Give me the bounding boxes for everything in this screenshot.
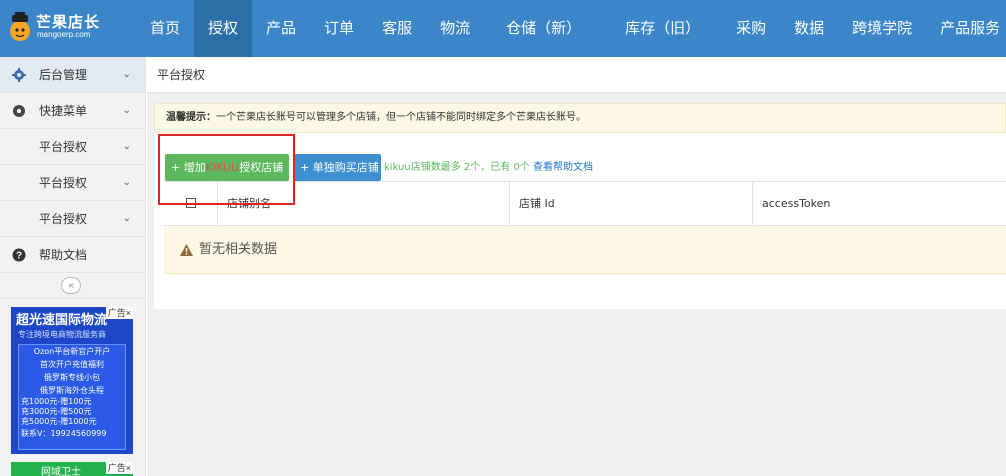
tip-label: 温馨提示：: [166, 112, 216, 123]
sidebar-item-label: 快捷菜单: [39, 104, 88, 118]
nav-item-logistics[interactable]: 物流: [426, 0, 484, 57]
column-header: accessToken: [752, 182, 1006, 227]
sidebar: 后台管理 ⌄ 快捷菜单 ⌄ 平台授权 ⌄ 平台授权 ⌄ 平台授权 ⌄ ? 帮助文…: [0, 57, 146, 476]
ad-close-tag[interactable]: 广告×: [105, 307, 133, 319]
logo-name: 芒果店长: [36, 13, 101, 31]
ad-banner-security[interactable]: 网域卫士 广告×: [11, 462, 133, 476]
collapse-sidebar-button[interactable]: «: [61, 277, 81, 294]
column-header: 店铺 Id: [509, 182, 752, 227]
ad-contact: 联系V：19924560999: [21, 429, 107, 438]
buy-store-button[interactable]: + 单独购买店铺: [294, 154, 381, 181]
main-content: 平台授权 温馨提示：一个芒果店长账号可以管理多个店铺，但一个店铺不能同时绑定多个…: [147, 57, 1006, 476]
sidebar-item-platform-auth[interactable]: 平台授权 ⌄: [0, 201, 145, 237]
nav-item-auth[interactable]: 授权: [194, 0, 253, 57]
help-circle-icon: ?: [12, 248, 26, 262]
mango-mascot-icon: [10, 12, 30, 41]
gear-icon: [13, 105, 25, 117]
sidebar-item-label: 平台授权: [39, 140, 88, 154]
store-count-text: kikuu店铺数最多 2个，已有 0个: [384, 162, 530, 173]
sidebar-item-shortcuts[interactable]: 快捷菜单 ⌄: [0, 93, 145, 129]
ad-content-box: Ozon平台新官户开户 首次开户充值福利 俄罗斯专线小包 俄罗斯海外仓头程 充1…: [18, 344, 126, 450]
ad-line: Ozon平台新官户开户: [33, 347, 111, 356]
breadcrumb: 平台授权: [147, 57, 1006, 93]
logo-subtitle: mangoerp.com: [37, 30, 91, 39]
sidebar-item-platform-auth[interactable]: 平台授权 ⌄: [0, 129, 145, 165]
ad-offer: 充3000元-赠500元: [21, 407, 92, 416]
sidebar-item-label: 后台管理: [39, 68, 88, 82]
empty-text: 暂无相关数据: [199, 242, 278, 257]
ad-title: 超光速国际物流: [16, 313, 108, 328]
chevron-down-icon: ⌄: [122, 69, 131, 80]
tip-banner: 温馨提示：一个芒果店长账号可以管理多个店铺，但一个店铺不能同时绑定多个芒果店长账…: [154, 103, 1006, 133]
sidebar-item-label: 平台授权: [39, 212, 88, 226]
app-logo[interactable]: 芒果店长 mangoerp.com: [8, 10, 138, 46]
ad-line: 首次开户充值福利: [40, 360, 104, 369]
highlight-annotation: [158, 134, 295, 205]
ad-close-tag[interactable]: 广告×: [105, 462, 133, 474]
nav-item-data[interactable]: 数据: [780, 0, 838, 57]
ad-line: 俄罗斯海外仓头程: [40, 386, 104, 395]
ad-offer: 充5000元-赠1000元: [21, 417, 97, 426]
svg-text:?: ?: [16, 251, 22, 262]
nav-item-inventory-old[interactable]: 库存（旧）: [603, 0, 722, 57]
chevron-down-icon: ⌄: [122, 141, 131, 152]
nav-item-product-service[interactable]: 产品服务: [926, 0, 1006, 57]
nav-item-purchase[interactable]: 采购: [722, 0, 780, 57]
main-nav: 首页 授权 产品 订单 客服 物流 仓储（新） 库存（旧） 采购 数据 跨境学院…: [136, 0, 1006, 57]
chevron-down-icon: ⌄: [122, 213, 131, 224]
ad-banner-logistics[interactable]: 广告× 超光速国际物流 专注跨境电商物流服务商 Ozon平台新官户开户 首次开户…: [11, 307, 133, 454]
tip-text: 一个芒果店长账号可以管理多个店铺，但一个店铺不能同时绑定多个芒果店长账号。: [216, 112, 586, 123]
empty-state-row: 暂无相关数据: [164, 226, 1006, 274]
sidebar-item-help-docs[interactable]: ? 帮助文档: [0, 237, 145, 273]
nav-item-service[interactable]: 客服: [368, 0, 426, 57]
chevron-down-icon: ⌄: [122, 177, 131, 188]
ad-subtitle: 专注跨境电商物流服务商: [18, 330, 106, 339]
sidebar-item-label: 平台授权: [39, 176, 88, 190]
warning-icon: [180, 243, 193, 256]
ad-line: 俄罗斯专线小包: [44, 373, 100, 382]
sidebar-collapse-row: «: [0, 273, 145, 299]
nav-item-home[interactable]: 首页: [136, 0, 194, 57]
ad-offer: 充1000元-赠100元: [21, 397, 92, 406]
gear-icon: [12, 68, 26, 82]
chevron-down-icon: ⌄: [122, 105, 131, 116]
nav-item-academy[interactable]: 跨境学院: [838, 0, 926, 57]
top-nav-bar: 芒果店长 mangoerp.com 首页 授权 产品 订单 客服 物流 仓储（新…: [0, 0, 1006, 57]
nav-item-warehouse-new[interactable]: 仓储（新）: [484, 0, 603, 57]
store-count-info: kikuu店铺数最多 2个，已有 0个 查看帮助文档: [384, 154, 593, 181]
sidebar-item-admin[interactable]: 后台管理 ⌄: [0, 57, 145, 93]
sidebar-item-platform-auth[interactable]: 平台授权 ⌄: [0, 165, 145, 201]
ad-text: 网域卫士: [41, 467, 81, 476]
sidebar-item-label: 帮助文档: [39, 248, 88, 262]
nav-item-product[interactable]: 产品: [252, 0, 310, 57]
help-doc-link[interactable]: 查看帮助文档: [533, 162, 593, 173]
nav-item-order[interactable]: 订单: [310, 0, 368, 57]
